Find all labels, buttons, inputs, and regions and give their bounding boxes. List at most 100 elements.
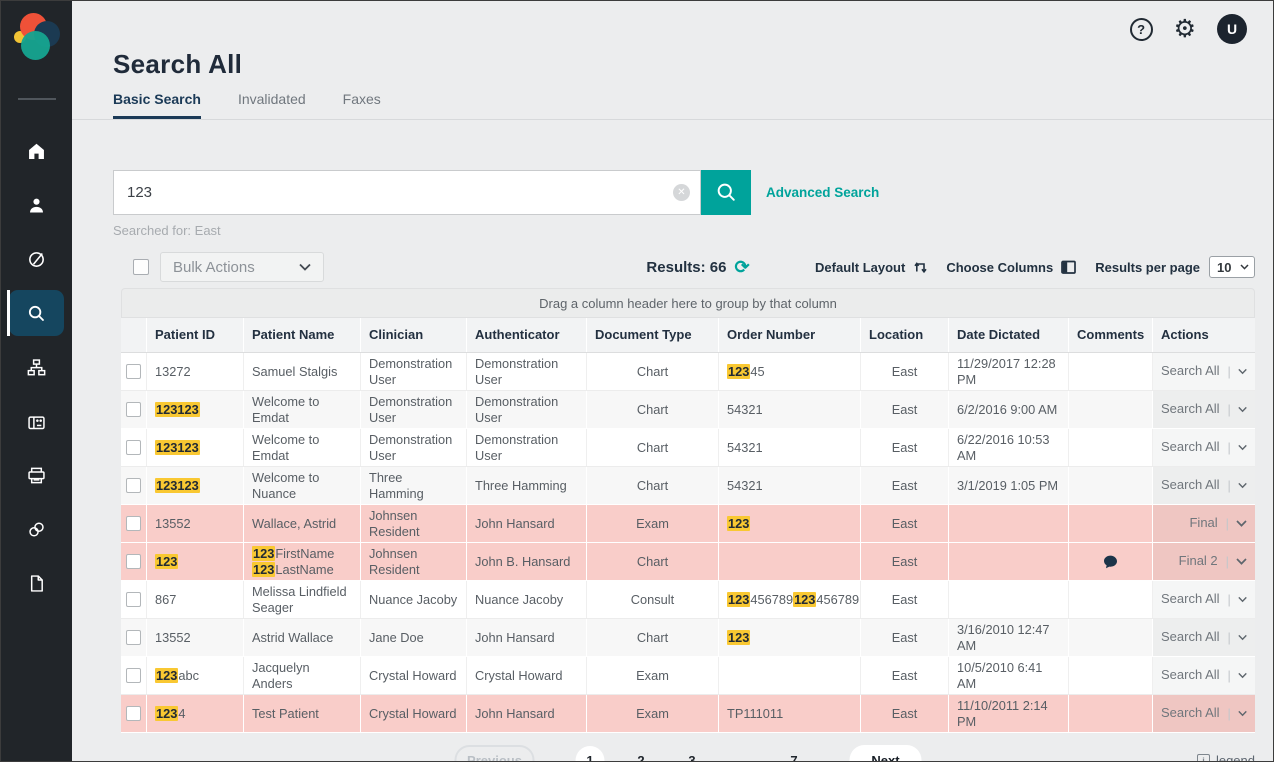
help-icon[interactable]: ? <box>1130 18 1153 41</box>
row-checkbox[interactable] <box>126 440 141 455</box>
row-actions-button[interactable]: Final| <box>1153 505 1255 542</box>
row-checkbox[interactable] <box>126 630 141 645</box>
chevron-down-icon[interactable] <box>1236 520 1247 527</box>
row-checkbox[interactable] <box>126 592 141 607</box>
cell-content: Nuance Jacoby <box>475 592 563 608</box>
sidebar-item-home[interactable] <box>1 124 72 178</box>
column-header-patient-id[interactable]: Patient ID <box>147 318 244 352</box>
column-header-clinician[interactable]: Clinician <box>361 318 467 352</box>
search-button[interactable] <box>701 170 751 215</box>
sidebar-item-fax[interactable] <box>1 394 72 448</box>
column-header-date-dictated[interactable]: Date Dictated <box>949 318 1069 352</box>
action-label: Final <box>1189 515 1217 531</box>
chevron-down-icon[interactable] <box>1238 672 1247 679</box>
sidebar-item-workflow[interactable] <box>1 340 72 394</box>
cell-content: Wallace, Astrid <box>252 516 336 532</box>
cell-patient-id: 13272 <box>147 353 244 390</box>
page-ellipsis[interactable]: ... <box>729 746 758 762</box>
row-actions-button[interactable]: Search All| <box>1153 391 1255 428</box>
page-number-2[interactable]: 2 <box>627 746 656 762</box>
search-match-highlight: 123 <box>155 668 178 683</box>
chevron-down-icon[interactable] <box>1238 368 1247 375</box>
column-header-document-type[interactable]: Document Type <box>587 318 719 352</box>
sitemap-icon <box>9 344 64 390</box>
row-actions-button[interactable]: Search All| <box>1153 429 1255 466</box>
row-actions-button[interactable]: Search All| <box>1153 353 1255 390</box>
column-header-authenticator[interactable]: Authenticator <box>467 318 587 352</box>
chevron-down-icon[interactable] <box>1238 482 1247 489</box>
page-header: Search All Basic SearchInvalidatedFaxes <box>72 47 1273 120</box>
cell-text: Demonstration User <box>475 394 558 425</box>
row-checkbox[interactable] <box>126 364 141 379</box>
sidebar-item-users[interactable] <box>1 178 72 232</box>
column-header-location[interactable]: Location <box>861 318 949 352</box>
sidebar-item-documents[interactable] <box>1 556 72 610</box>
cell-date-dictated: 6/22/2016 10:53 AM <box>949 429 1069 466</box>
chevron-down-icon[interactable] <box>1238 596 1247 603</box>
row-checkbox[interactable] <box>126 516 141 531</box>
cell-content: John Hansard <box>475 706 555 722</box>
row-actions-button[interactable]: Search All| <box>1153 657 1255 694</box>
page-number-1[interactable]: 1 <box>576 746 605 762</box>
tab-basic-search[interactable]: Basic Search <box>113 91 201 119</box>
chevron-down-icon[interactable] <box>1238 710 1247 717</box>
chevron-down-icon <box>1240 264 1249 270</box>
chevron-down-icon[interactable] <box>1236 558 1247 565</box>
previous-page-button[interactable]: Previous <box>455 745 535 762</box>
row-actions-button[interactable]: Search All| <box>1153 467 1255 504</box>
cell-text: John Hansard <box>475 706 555 721</box>
search-input[interactable] <box>113 170 701 215</box>
cell-patient-name: Astrid Wallace <box>244 619 361 656</box>
row-checkbox[interactable] <box>126 668 141 683</box>
clear-search-icon[interactable]: ✕ <box>673 184 690 201</box>
cell-text: Chart <box>637 440 668 455</box>
row-checkbox[interactable] <box>126 706 141 721</box>
chevron-down-icon[interactable] <box>1238 406 1247 413</box>
page-number-3[interactable]: 3 <box>678 746 707 762</box>
cell-comments <box>1069 353 1153 390</box>
row-checkbox[interactable] <box>126 478 141 493</box>
chevron-down-icon[interactable] <box>1238 634 1247 641</box>
cell-comments <box>1069 505 1153 542</box>
column-header-actions[interactable]: Actions <box>1153 318 1255 352</box>
row-actions-button[interactable]: Search All| <box>1153 619 1255 656</box>
user-avatar[interactable]: U <box>1217 14 1247 44</box>
row-checkbox[interactable] <box>126 554 141 569</box>
results-per-page-control: Results per page 10 <box>1095 256 1255 278</box>
sidebar-item-print[interactable] <box>1 448 72 502</box>
row-checkbox-cell <box>121 581 147 618</box>
tab-invalidated[interactable]: Invalidated <box>238 91 306 119</box>
sidebar-item-search[interactable] <box>1 286 72 340</box>
refresh-icon[interactable]: ⟳ <box>734 259 749 275</box>
default-layout-button[interactable]: Default Layout <box>815 259 928 275</box>
cell-text: FirstName <box>275 546 334 561</box>
column-header-patient-name[interactable]: Patient Name <box>244 318 361 352</box>
column-header-comments[interactable]: Comments <box>1069 318 1153 352</box>
legend-button[interactable]: i legend <box>1197 753 1255 762</box>
bulk-actions-dropdown[interactable]: Bulk Actions <box>160 252 324 282</box>
results-per-page-select[interactable]: 10 <box>1209 256 1255 278</box>
chevron-down-icon[interactable] <box>1238 444 1247 451</box>
cell-content: Demonstration User <box>475 432 578 464</box>
column-header-order-number[interactable]: Order Number <box>719 318 861 352</box>
next-page-button[interactable]: Next <box>850 745 922 762</box>
row-actions-button[interactable]: Final 2| <box>1153 543 1255 580</box>
sidebar-item-links[interactable] <box>1 502 72 556</box>
row-actions-button[interactable]: Search All| <box>1153 581 1255 618</box>
sidebar-item-dashboard[interactable] <box>1 232 72 286</box>
page-number-7[interactable]: 7 <box>780 746 809 762</box>
row-actions-button[interactable]: Search All| <box>1153 695 1255 732</box>
comment-bubble-icon[interactable] <box>1102 554 1119 570</box>
cell-document-type: Chart <box>587 619 719 656</box>
cell-order-number: 123456789123456789 <box>719 581 861 618</box>
select-all-checkbox[interactable] <box>133 259 149 275</box>
choose-columns-button[interactable]: Choose Columns <box>946 259 1077 275</box>
tab-faxes[interactable]: Faxes <box>343 91 381 119</box>
cell-content: Three Hamming <box>369 470 458 502</box>
settings-gear-icon[interactable]: ⚙ <box>1174 18 1196 41</box>
row-checkbox[interactable] <box>126 402 141 417</box>
cell-content: Jacquelyn Anders <box>252 660 352 692</box>
cell-content: 6/2/2016 9:00 AM <box>957 402 1057 418</box>
cell-text: Test Patient <box>252 706 319 721</box>
advanced-search-link[interactable]: Advanced Search <box>766 185 879 200</box>
